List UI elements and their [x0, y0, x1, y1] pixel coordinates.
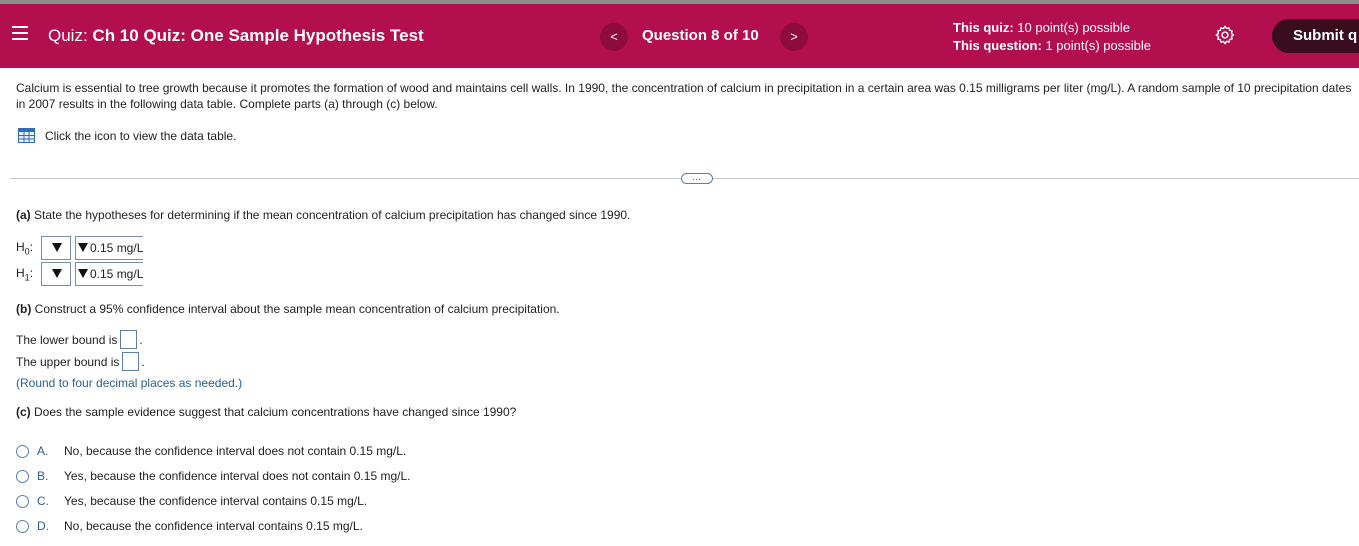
h1-row: H1: 0.15 mg/L — [16, 262, 144, 286]
part-b-text: Construct a 95% confidence interval abou… — [34, 302, 560, 316]
lower-bound-label: The lower bound is — [16, 332, 118, 347]
part-b-heading: (b) Construct a 95% confidence interval … — [16, 302, 560, 316]
data-table-link[interactable]: Click the icon to view the data table. — [18, 128, 236, 143]
dropdown-arrow-icon — [78, 269, 88, 278]
upper-bound-period: . — [141, 354, 145, 369]
previous-question-button[interactable]: < — [600, 23, 628, 51]
h0-label: H0: — [16, 239, 34, 257]
upper-bound-row: The upper bound is . — [16, 352, 145, 371]
quiz-title: Quiz: Ch 10 Quiz: One Sample Hypothesis … — [48, 26, 424, 46]
h0-relation-dropdown[interactable]: 0.15 mg/L — [75, 236, 144, 260]
radio-button[interactable] — [16, 444, 29, 458]
choice-letter: C. — [37, 494, 49, 508]
question-intro: Calcium is essential to tree growth beca… — [16, 81, 1352, 111]
quiz-header: Quiz: Ch 10 Quiz: One Sample Hypothesis … — [0, 4, 1359, 68]
dropdown-arrow-icon — [52, 243, 62, 252]
part-c-tag: (c) — [16, 405, 31, 419]
upper-bound-label: The upper bound is — [16, 354, 120, 369]
choice-letter: A. — [37, 444, 49, 458]
upper-bound-input[interactable] — [122, 352, 140, 371]
choice-b[interactable]: B. Yes, because the confidence interval … — [16, 469, 410, 483]
table-icon[interactable] — [18, 128, 35, 143]
h0-row: H0: 0.15 mg/L — [16, 236, 144, 260]
next-question-button[interactable]: > — [780, 23, 808, 51]
h0-value: 0.15 mg/L — [90, 241, 144, 255]
quiz-points-label: This quiz: — [953, 20, 1014, 35]
radio-button[interactable] — [16, 519, 29, 533]
dropdown-arrow-icon — [52, 269, 62, 278]
quiz-name: Ch 10 Quiz: One Sample Hypothesis Test — [92, 26, 424, 45]
choice-text[interactable]: Yes, because the confidence interval doe… — [64, 469, 410, 483]
part-a-text: State the hypotheses for determining if … — [34, 208, 631, 222]
gear-icon[interactable] — [1214, 24, 1236, 46]
question-counter[interactable]: Question 8 of 10 — [642, 27, 759, 44]
question-points-value: 1 point(s) possible — [1045, 38, 1151, 53]
quiz-points-value: 10 point(s) possible — [1017, 20, 1131, 35]
part-a-tag: (a) — [16, 208, 31, 222]
quiz-label: Quiz: — [48, 26, 88, 45]
h1-relation-dropdown[interactable]: 0.15 mg/L — [75, 262, 144, 286]
choice-text[interactable]: Yes, because the confidence interval con… — [64, 494, 367, 508]
part-b-tag: (b) — [16, 302, 32, 316]
radio-button[interactable] — [16, 494, 29, 508]
dropdown-arrow-icon — [78, 243, 88, 252]
data-table-link-text[interactable]: Click the icon to view the data table. — [45, 129, 236, 143]
choice-a[interactable]: A. No, because the confidence interval d… — [16, 444, 406, 458]
choice-letter: D. — [37, 519, 49, 533]
h0-parameter-dropdown[interactable] — [41, 236, 71, 260]
choice-text[interactable]: No, because the confidence interval does… — [64, 444, 406, 458]
choice-text[interactable]: No, because the confidence interval cont… — [64, 519, 363, 533]
submit-quiz-button[interactable]: Submit q — [1272, 19, 1359, 53]
rounding-hint: (Round to four decimal places as needed.… — [16, 376, 243, 390]
h1-value: 0.15 mg/L — [90, 267, 144, 281]
part-a-heading: (a) State the hypotheses for determining… — [16, 208, 630, 222]
lower-bound-row: The lower bound is . — [16, 330, 143, 349]
part-c-heading: (c) Does the sample evidence suggest tha… — [16, 405, 516, 419]
points-info: This quiz: 10 point(s) possible This que… — [953, 19, 1151, 55]
part-c-text: Does the sample evidence suggest that ca… — [34, 405, 517, 419]
menu-icon[interactable] — [12, 26, 28, 42]
choice-d[interactable]: D. No, because the confidence interval c… — [16, 519, 363, 533]
question-points-label: This question: — [953, 38, 1042, 53]
lower-bound-input[interactable] — [120, 330, 138, 349]
choice-c[interactable]: C. Yes, because the confidence interval … — [16, 494, 367, 508]
lower-bound-period: . — [139, 332, 143, 347]
choice-letter: B. — [37, 469, 49, 483]
more-button[interactable]: … — [681, 173, 713, 184]
h1-label: H1: — [16, 265, 34, 283]
radio-button[interactable] — [16, 469, 29, 483]
h1-parameter-dropdown[interactable] — [41, 262, 71, 286]
